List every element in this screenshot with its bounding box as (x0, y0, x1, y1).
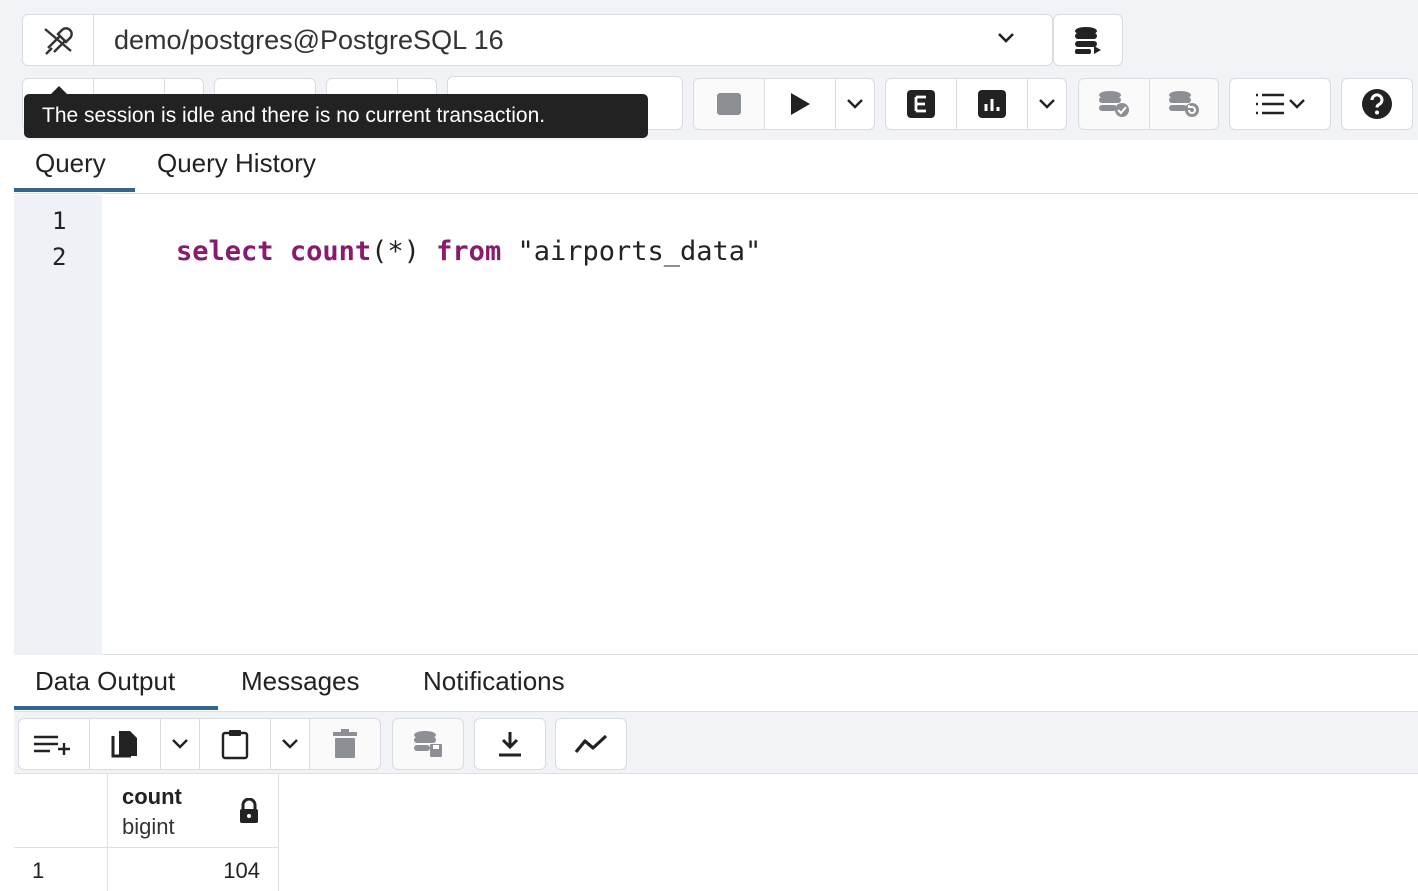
explain-analyze-icon (977, 89, 1007, 119)
output-tab-bar (14, 656, 1418, 712)
line-number: 2 (52, 243, 67, 271)
list-icon (1252, 91, 1308, 117)
tab-messages[interactable]: Messages (241, 666, 360, 697)
sql-args: (*) (371, 236, 420, 267)
sql-table-name: "airports_data" (517, 236, 762, 267)
delete-row-button[interactable] (309, 718, 381, 770)
save-data-button[interactable] (392, 718, 464, 770)
explain-icon (906, 89, 936, 119)
explain-analyze-button[interactable] (956, 78, 1028, 130)
commit-button[interactable] (1078, 78, 1150, 130)
save-data-icon (412, 729, 444, 759)
download-icon (496, 730, 524, 758)
download-button[interactable] (474, 718, 546, 770)
paste-button[interactable] (199, 718, 271, 770)
tab-query-history[interactable]: Query History (157, 148, 316, 179)
line-number: 1 (52, 207, 67, 235)
session-status-tooltip: The session is idle and there is no curr… (24, 94, 648, 138)
cell-value: 104 (223, 858, 260, 883)
play-icon (787, 91, 813, 117)
help-button[interactable] (1341, 78, 1413, 130)
stop-button[interactable] (693, 78, 765, 130)
connection-status-button[interactable] (22, 14, 94, 66)
database-icon (1072, 24, 1104, 56)
paste-options-dropdown[interactable] (270, 718, 310, 770)
code-line-1[interactable]: select count(*) from "airports_data" (111, 205, 761, 298)
result-grid: count bigint 1 104 (14, 774, 1418, 891)
rollback-button[interactable] (1149, 78, 1219, 130)
chevron-down-icon (1038, 98, 1056, 110)
chevron-down-icon (996, 31, 1016, 45)
copy-button[interactable] (89, 718, 161, 770)
tab-query-underline (14, 188, 135, 192)
paste-icon (220, 728, 250, 760)
stop-icon (716, 92, 742, 116)
sql-keyword-from: from (436, 236, 502, 267)
chevron-down-icon (846, 98, 864, 110)
tab-query[interactable]: Query (35, 148, 106, 179)
graph-icon (573, 732, 609, 756)
copy-icon (109, 728, 141, 760)
sql-editor[interactable]: 1 2 select count(*) from "airports_data" (14, 195, 1418, 655)
chevron-down-icon (281, 738, 299, 750)
row-number-cell[interactable]: 1 (14, 848, 108, 891)
execute-dropdown[interactable] (835, 78, 875, 130)
add-row-button[interactable] (18, 718, 90, 770)
column-name: count (122, 784, 182, 809)
row-number: 1 (32, 858, 45, 883)
execute-button[interactable] (764, 78, 836, 130)
explain-button[interactable] (885, 78, 957, 130)
lock-icon (238, 797, 260, 829)
macros-button[interactable] (1229, 78, 1331, 130)
connection-select[interactable]: demo/postgres@PostgreSQL 16 (93, 14, 1053, 66)
help-icon (1361, 88, 1393, 120)
trash-icon (332, 729, 358, 759)
explain-options-dropdown[interactable] (1027, 78, 1067, 130)
commit-icon (1097, 89, 1131, 119)
column-header-count[interactable]: count bigint (108, 774, 279, 848)
copy-options-dropdown[interactable] (160, 718, 200, 770)
new-connection-button[interactable] (1053, 14, 1123, 66)
sql-keyword-select: select (176, 236, 274, 267)
sql-function-count: count (289, 236, 372, 267)
chevron-down-icon (171, 738, 189, 750)
tab-notifications[interactable]: Notifications (423, 666, 565, 697)
column-type: bigint (122, 814, 175, 839)
grid-corner-cell[interactable] (14, 774, 108, 848)
rollback-icon (1167, 89, 1201, 119)
tooltip-text: The session is idle and there is no curr… (42, 104, 546, 127)
graph-visualiser-button[interactable] (555, 718, 627, 770)
plug-disconnected-icon (40, 24, 76, 56)
tab-data-output-underline (14, 706, 218, 710)
add-row-icon (32, 731, 76, 757)
connection-label: demo/postgres@PostgreSQL 16 (114, 24, 504, 55)
table-cell[interactable]: 104 (108, 848, 279, 891)
tab-data-output[interactable]: Data Output (35, 666, 175, 697)
